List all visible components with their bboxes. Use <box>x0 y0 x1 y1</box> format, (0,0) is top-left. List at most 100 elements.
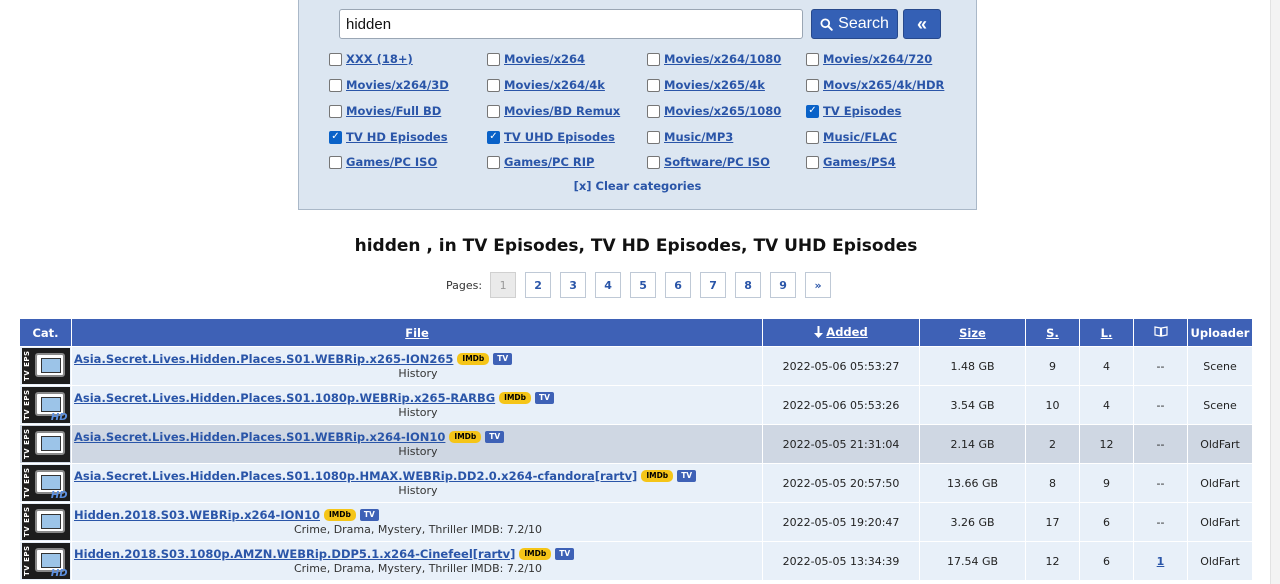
category-cell[interactable]: TV EPS <box>19 346 72 386</box>
imdb-badge[interactable]: IMDb <box>324 509 356 521</box>
category-link[interactable]: Music/MP3 <box>664 130 733 144</box>
category-link[interactable]: Movies/x265/4k <box>664 78 765 92</box>
tv-badge[interactable]: TV <box>359 509 379 521</box>
category-link[interactable]: Music/FLAC <box>823 130 897 144</box>
page-button[interactable]: 2 <box>525 272 552 298</box>
category-option[interactable]: Music/FLAC <box>806 127 897 147</box>
imdb-badge[interactable]: IMDb <box>457 353 490 365</box>
category-checkbox[interactable] <box>487 104 500 118</box>
imdb-badge[interactable]: IMDb <box>519 548 552 560</box>
category-option[interactable]: Movies/BD Remux <box>487 101 620 121</box>
tv-episodes-category-icon[interactable]: TV EPS <box>21 504 70 540</box>
category-link[interactable]: Movies/x264/720 <box>823 52 932 66</box>
category-link[interactable]: Games/PC RIP <box>504 155 594 169</box>
category-option[interactable]: Movies/Full BD <box>329 101 441 121</box>
tv-episodes-category-icon[interactable]: TV EPS HD <box>21 465 70 501</box>
category-checkbox[interactable] <box>487 52 500 66</box>
category-link[interactable]: Software/PC ISO <box>664 155 770 169</box>
imdb-badge[interactable]: IMDb <box>641 470 674 482</box>
category-checkbox[interactable] <box>806 104 819 118</box>
torrent-title-link[interactable]: Asia.Secret.Lives.Hidden.Places.S01.1080… <box>74 391 495 405</box>
category-option[interactable]: TV Episodes <box>806 101 901 121</box>
category-link[interactable]: Games/PS4 <box>823 155 896 169</box>
category-checkbox[interactable] <box>329 52 342 66</box>
tv-episodes-category-icon[interactable]: TV EPS HD <box>21 387 70 423</box>
category-checkbox[interactable] <box>647 155 660 169</box>
category-link[interactable]: Movies/x264 <box>504 52 585 66</box>
category-checkbox[interactable] <box>487 155 500 169</box>
category-option[interactable]: Movies/x265/1080 <box>647 101 781 121</box>
tv-badge[interactable]: TV <box>555 548 575 560</box>
category-link[interactable]: Movs/x265/4k/HDR <box>823 78 944 92</box>
category-checkbox[interactable] <box>806 155 819 169</box>
category-option[interactable]: Movies/x264/3D <box>329 75 449 95</box>
tv-episodes-category-icon[interactable]: TV EPS <box>21 426 70 462</box>
imdb-badge[interactable]: IMDb <box>449 431 482 443</box>
category-option[interactable]: XXX (18+) <box>329 49 413 69</box>
torrent-title-link[interactable]: Hidden.2018.S03.1080p.AMZN.WEBRip.DDP5.1… <box>74 547 515 561</box>
next-page-button[interactable]: » <box>805 272 832 298</box>
torrent-title-link[interactable]: Asia.Secret.Lives.Hidden.Places.S01.WEBR… <box>74 352 453 366</box>
category-option[interactable]: Software/PC ISO <box>647 152 770 172</box>
page-button[interactable]: 9 <box>770 272 797 298</box>
category-option[interactable]: Games/PS4 <box>806 152 896 172</box>
search-button[interactable]: Search <box>811 9 898 39</box>
clear-categories-link[interactable]: [x] Clear categories <box>299 179 976 193</box>
tv-episodes-category-icon[interactable]: TV EPS HD <box>21 543 70 579</box>
collapse-button[interactable]: « <box>903 9 941 39</box>
category-link[interactable]: Movies/x264/1080 <box>664 52 781 66</box>
category-checkbox[interactable] <box>487 78 500 92</box>
category-link[interactable]: TV Episodes <box>823 104 901 118</box>
link-count[interactable]: 1 <box>1157 555 1165 568</box>
tv-badge[interactable]: TV <box>493 353 513 365</box>
torrent-title-link[interactable]: Hidden.2018.S03.WEBRip.x264-ION10 <box>74 508 320 522</box>
category-cell[interactable]: TV EPS <box>19 502 72 542</box>
tv-badge[interactable]: TV <box>485 431 505 443</box>
category-option[interactable]: Music/MP3 <box>647 127 733 147</box>
torrent-title-link[interactable]: Asia.Secret.Lives.Hidden.Places.S01.1080… <box>74 469 637 483</box>
category-checkbox[interactable] <box>647 104 660 118</box>
category-link[interactable]: TV HD Episodes <box>346 130 448 144</box>
category-option[interactable]: Games/PC RIP <box>487 152 594 172</box>
category-option[interactable]: Movies/x264/1080 <box>647 49 781 69</box>
category-option[interactable]: TV UHD Episodes <box>487 127 615 147</box>
category-cell[interactable]: TV EPS HD <box>19 463 72 503</box>
category-checkbox[interactable] <box>329 104 342 118</box>
category-link[interactable]: Movies/x264/4k <box>504 78 605 92</box>
page-button[interactable]: 1 <box>490 272 517 298</box>
search-input[interactable] <box>339 9 803 39</box>
category-link[interactable]: Movies/x265/1080 <box>664 104 781 118</box>
category-checkbox[interactable] <box>487 130 500 144</box>
category-cell[interactable]: TV EPS <box>19 424 72 464</box>
category-link[interactable]: TV UHD Episodes <box>504 130 615 144</box>
category-option[interactable]: Movies/x264/720 <box>806 49 932 69</box>
category-checkbox[interactable] <box>329 155 342 169</box>
col-header-size[interactable]: Size <box>919 318 1026 347</box>
imdb-badge[interactable]: IMDb <box>499 392 532 404</box>
page-scrollbar[interactable] <box>1270 0 1280 584</box>
category-checkbox[interactable] <box>647 52 660 66</box>
torrent-title-link[interactable]: Asia.Secret.Lives.Hidden.Places.S01.WEBR… <box>74 430 445 444</box>
col-header-leechers[interactable]: L. <box>1079 318 1134 347</box>
category-link[interactable]: Movies/Full BD <box>346 104 441 118</box>
page-button[interactable]: 6 <box>665 272 692 298</box>
category-checkbox[interactable] <box>329 130 342 144</box>
category-link[interactable]: Movies/BD Remux <box>504 104 620 118</box>
category-option[interactable]: Games/PC ISO <box>329 152 437 172</box>
category-cell[interactable]: TV EPS HD <box>19 541 72 581</box>
category-option[interactable]: Movies/x264/4k <box>487 75 605 95</box>
col-header-seeders[interactable]: S. <box>1025 318 1080 347</box>
category-checkbox[interactable] <box>329 78 342 92</box>
category-link[interactable]: Games/PC ISO <box>346 155 437 169</box>
col-header-added[interactable]: Added <box>762 318 920 347</box>
page-button[interactable]: 7 <box>700 272 727 298</box>
category-option[interactable]: TV HD Episodes <box>329 127 448 147</box>
category-cell[interactable]: TV EPS HD <box>19 385 72 425</box>
tv-episodes-category-icon[interactable]: TV EPS <box>21 348 70 384</box>
category-option[interactable]: Movs/x265/4k/HDR <box>806 75 944 95</box>
category-option[interactable]: Movies/x265/4k <box>647 75 765 95</box>
category-checkbox[interactable] <box>806 52 819 66</box>
tv-badge[interactable]: TV <box>677 470 697 482</box>
category-link[interactable]: Movies/x264/3D <box>346 78 449 92</box>
category-checkbox[interactable] <box>806 130 819 144</box>
